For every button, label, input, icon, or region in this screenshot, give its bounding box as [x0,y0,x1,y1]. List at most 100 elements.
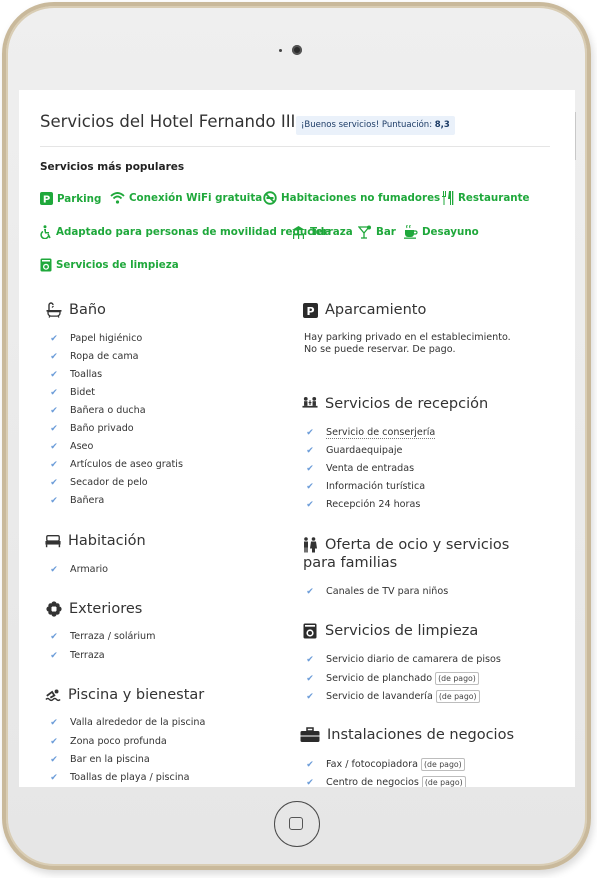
list-item-label: Bañera o ducha [70,405,146,416]
parasol-icon [292,226,305,239]
list-item: ✔ Papel higiénico [49,333,142,344]
check-icon: ✔ [50,477,58,488]
check-icon: ✔ [306,428,314,438]
list-item-label: Toallas [70,369,103,380]
check-icon: ✔ [50,405,58,416]
list-item: ✔ Canales de TV para niños [305,586,448,597]
section-title-text: Exteriores [69,601,143,617]
list-item-label: Bar en la piscina [70,754,150,765]
check-icon: ✔ [306,481,314,492]
briefcase-icon [300,727,320,743]
popular-label: Desayuno [422,226,479,238]
list-item: ✔ Bañera [49,495,104,506]
popular-item-parking: P Parking [40,192,101,205]
list-item-label: Zona poco profunda [70,736,167,747]
check-icon: ✔ [306,673,314,684]
wifi-icon [110,192,125,204]
list-item: ✔ Baño privado [49,423,134,434]
list-item: ✔ Servicio de planchado (de pago) [305,672,479,685]
swimmer-icon [45,687,61,703]
cocktail-icon [358,225,371,239]
concierge-link[interactable]: Servicio de conserjería [326,427,436,439]
section-title-ocio-line2: para familias [303,555,398,571]
score-value: 8,3 [434,120,450,130]
popular-label: Adaptado para personas de movilidad redu… [56,226,332,238]
list-item: ✔ Terraza / solárium [49,631,155,642]
popular-item-breakfast: Desayuno [404,225,479,239]
divider [40,146,550,147]
check-icon: ✔ [50,736,58,747]
check-icon: ✔ [50,369,58,380]
check-icon: ✔ [306,499,314,510]
list-item-label: Servicio de lavandería [326,691,433,702]
list-item: ✔ Toallas de playa / piscina [49,772,189,783]
scrollbar[interactable] [575,112,576,160]
parking-icon: P [40,192,53,205]
list-item: ✔ Centro de negocios (de pago) [305,776,466,787]
section-title-exteriores: Exteriores [46,601,142,617]
list-item-label: Guardaequipaje [326,445,403,456]
list-item: ✔ Bar en la piscina [49,754,150,765]
list-item: ✔ Venta de entradas [305,463,414,474]
check-icon: ✔ [50,351,58,362]
washer-icon [302,623,318,639]
check-icon: ✔ [50,631,58,642]
popular-label: Bar [376,226,396,238]
list-item-label: Secador de pelo [70,477,148,488]
check-icon: ✔ [50,495,58,506]
no-smoking-icon [263,191,277,205]
check-icon: ✔ [50,423,58,434]
popular-title: Servicios más populares [40,161,185,173]
list-item-label: Papel higiénico [70,333,143,344]
list-item-label: Ropa de cama [70,351,139,362]
check-icon: ✔ [50,459,58,470]
section-title-text: Aparcamiento [325,302,427,318]
list-item: ✔ Fax / fotocopiadora (de pago) [305,758,465,771]
bath-icon [46,302,62,318]
list-item[interactable]: ✔ Servicio de conserjería [305,427,436,439]
section-title-text: Servicios de limpieza [325,623,479,639]
paid-tag: (de pago) [421,776,466,787]
check-icon: ✔ [306,463,314,474]
list-item: ✔ Terraza [49,650,105,661]
section-title-piscina: Piscina y bienestar [45,687,204,703]
check-icon: ✔ [50,754,58,765]
paid-tag: (de pago) [435,690,480,703]
section-title-text: Instalaciones de negocios [327,727,514,743]
list-item: ✔ Bidet [49,387,95,398]
reception-icon [302,396,318,412]
popular-label: Conexión WiFi gratuita [129,191,263,204]
popular-item-wifi: Conexión WiFi gratuita [110,191,262,204]
popular-label: Terraza [310,226,353,238]
list-item: ✔ Servicio diario de camarera de pisos [305,654,501,665]
list-item: ✔ Información turística [305,481,425,492]
svg-text:P: P [43,195,50,206]
popular-item-cleaning: Servicios de limpieza [40,258,179,272]
check-icon: ✔ [306,654,314,665]
popular-item-accessible: Adaptado para personas de movilidad redu… [40,225,331,239]
section-title-text: Piscina y bienestar [68,687,205,703]
popular-item-terrace: Terraza [291,225,353,239]
check-icon: ✔ [306,777,314,788]
paid-tag: (de pago) [420,758,465,771]
list-item-label: Recepción 24 horas [326,499,421,510]
list-item-label: Centro de negocios [326,777,419,787]
score-text: ¡Buenos servicios! Puntuación: [301,120,433,130]
home-square-icon [289,817,303,830]
section-title-text: Oferta de ocio y servicios [325,537,510,553]
list-item: ✔ Bañera o ducha [49,405,146,416]
cutlery-icon [442,191,454,205]
parking-icon: P [302,302,318,318]
popular-label: Servicios de limpieza [56,259,179,271]
camera-icon [292,45,302,55]
section-title-text: Servicios de recepción [325,396,489,412]
list-item-label: Terraza [70,650,105,661]
score-badge: ¡Buenos servicios! Puntuación: 8,3 [296,116,455,135]
list-item-label: Terraza / solárium [70,631,156,642]
flower-icon [46,601,62,617]
section-title-ocio: Oferta de ocio y servicios [302,537,509,553]
list-item: ✔ Servicio de lavandería (de pago) [305,690,480,703]
list-item-label: Baño privado [70,423,134,434]
section-title-recepcion: Servicios de recepción [302,396,488,412]
check-icon: ✔ [306,759,314,770]
